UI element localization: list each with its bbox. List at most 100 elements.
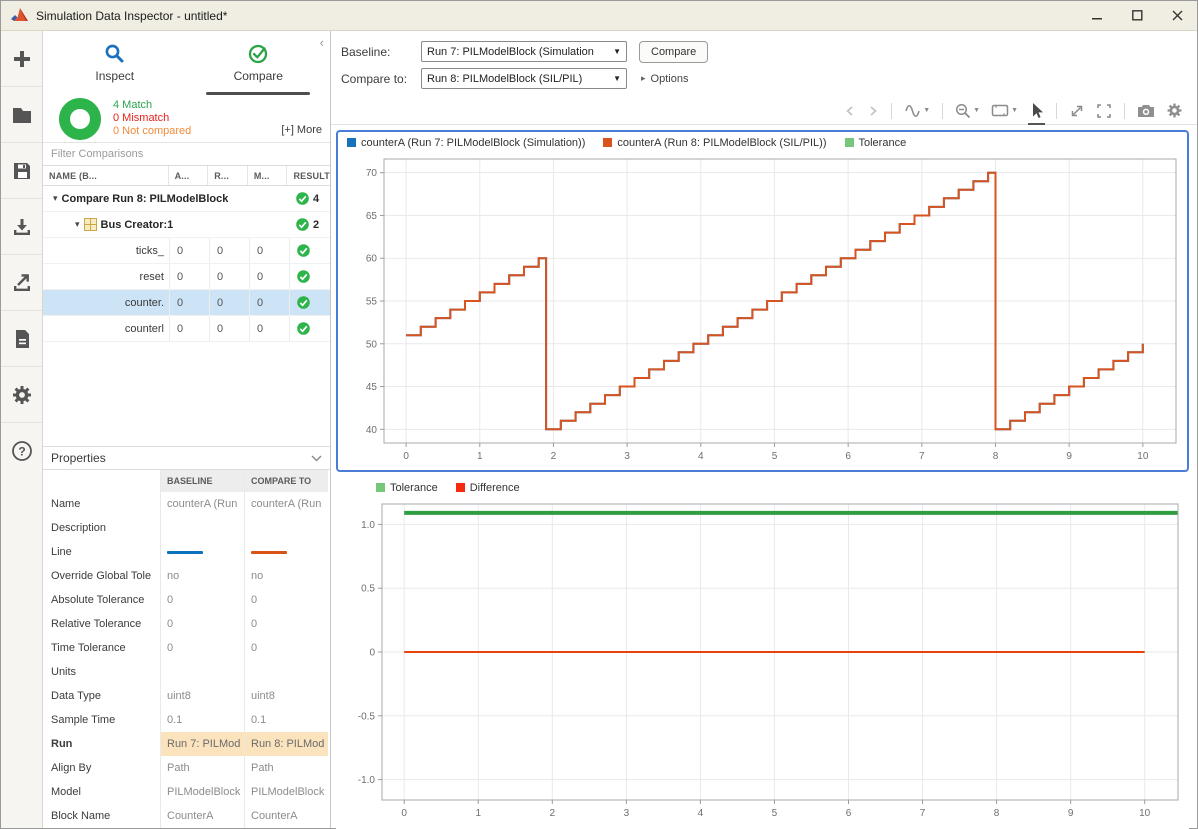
property-row[interactable]: RunRun 7: PILModRun 8: PILMod	[43, 732, 330, 756]
legend-item[interactable]: counterA (Run 8: PILModelBlock (SIL/PIL)…	[603, 137, 826, 149]
options-triangle-icon: ▸	[641, 73, 646, 84]
comparison-row[interactable]: ▾Bus Creator:12	[43, 212, 330, 238]
properties-table-header: BASELINE COMPARE TO	[43, 470, 330, 492]
col-name[interactable]: NAME (B...	[43, 166, 168, 185]
tolerance-value-cell: 0	[169, 264, 209, 289]
comparison-plot[interactable]: 01234567891040455055606570	[338, 153, 1186, 467]
property-row[interactable]: NamecounterA (RuncounterA (Run	[43, 492, 330, 516]
expander-icon[interactable]: ▾	[53, 193, 58, 204]
left-panel: Inspect Compare ‹ 4 Match 0 Mismatch 0 N…	[43, 31, 331, 828]
property-row[interactable]: Line	[43, 540, 330, 564]
comparison-row[interactable]: ticks_000	[43, 238, 330, 264]
create-report-button[interactable]	[1, 311, 42, 367]
export-button[interactable]	[1, 255, 42, 311]
compare-to-value: Run 8: PILModelBlock (SIL/PIL)	[427, 73, 610, 85]
svg-text:70: 70	[366, 168, 378, 179]
tab-compare[interactable]: Compare	[187, 31, 331, 95]
svg-text:1: 1	[475, 808, 481, 819]
close-button[interactable]	[1157, 1, 1197, 30]
preferences-button[interactable]	[1, 367, 42, 423]
row-name: counter.	[43, 290, 169, 315]
comparison-row[interactable]: ▾Compare Run 8: PILModelBlock4	[43, 186, 330, 212]
property-value-compare	[244, 516, 328, 540]
property-row[interactable]: Time Tolerance00	[43, 636, 330, 660]
gear-icon	[1166, 102, 1183, 119]
comparison-row[interactable]: counterl000	[43, 316, 330, 342]
property-value-compare: PILModelBlock	[244, 780, 328, 804]
property-row[interactable]: Override Global Tolenono	[43, 564, 330, 588]
match-check-icon	[296, 192, 309, 205]
legend-item[interactable]: Tolerance	[845, 137, 907, 149]
match-donut-chart	[59, 98, 101, 140]
add-button[interactable]	[1, 31, 42, 87]
fullscreen-button[interactable]	[1094, 101, 1114, 121]
svg-text:6: 6	[845, 451, 851, 462]
matlab-logo-icon	[11, 8, 28, 24]
svg-text:0.5: 0.5	[361, 584, 375, 595]
legend-item[interactable]: Tolerance	[376, 482, 438, 494]
property-row[interactable]: Units	[43, 660, 330, 684]
pointer-tool-button[interactable]	[1027, 100, 1046, 121]
help-icon: ?	[11, 440, 33, 462]
svg-text:60: 60	[366, 254, 378, 265]
result-cell: 2	[289, 212, 330, 237]
property-row[interactable]: Data Typeuint8uint8	[43, 684, 330, 708]
property-value-baseline: 0	[160, 636, 244, 660]
property-row[interactable]: Description	[43, 516, 330, 540]
maximize-icon	[1132, 10, 1143, 21]
line-swatch	[167, 551, 203, 554]
tolerance-difference-plot[interactable]: 012345678910-1.0-0.500.51.0	[336, 498, 1188, 828]
col-abs-tol[interactable]: A...	[168, 166, 208, 185]
previous-view-button[interactable]	[842, 102, 858, 120]
col-result[interactable]: RESULT	[286, 166, 330, 185]
baseline-select[interactable]: Run 7: PILModelBlock (Simulation ▼	[421, 41, 627, 62]
col-rel-tol[interactable]: R...	[207, 166, 247, 185]
property-row[interactable]: Align ByPathPath	[43, 756, 330, 780]
import-button[interactable]	[1, 199, 42, 255]
property-value-baseline: Run 7: PILMod	[160, 732, 244, 756]
expander-icon[interactable]: ▾	[75, 219, 80, 230]
property-label: Line	[43, 546, 160, 558]
difference-plot-panel[interactable]: ToleranceDifference 012345678910-1.0-0.5…	[336, 477, 1189, 829]
legend-item[interactable]: Difference	[456, 482, 520, 494]
help-button[interactable]: ?	[1, 423, 42, 479]
svg-text:4: 4	[698, 451, 704, 462]
options-expander[interactable]: ▸ Options	[641, 73, 688, 85]
save-button[interactable]	[1, 143, 42, 199]
zoom-out-button[interactable]: ▼	[953, 101, 982, 121]
comparison-table: NAME (B... A... R... M... RESULT ▾Compar…	[43, 166, 330, 342]
property-row[interactable]: Block NameCounterACounterA	[43, 804, 330, 828]
match-check-icon	[297, 244, 310, 257]
tolerance-value-cell: 0	[169, 238, 209, 263]
compare-button[interactable]: Compare	[639, 41, 708, 63]
properties-header[interactable]: Properties	[43, 446, 330, 470]
more-link[interactable]: [+] More	[281, 124, 322, 136]
comparison-row[interactable]: reset000	[43, 264, 330, 290]
property-row[interactable]: Relative Tolerance00	[43, 612, 330, 636]
snapshot-button[interactable]	[1135, 101, 1157, 120]
tolerance-value-cell: 0	[249, 290, 289, 315]
dropdown-caret-icon: ▼	[1011, 107, 1018, 114]
collapse-panel-icon[interactable]: ‹	[320, 35, 324, 50]
maximize-button[interactable]	[1117, 1, 1157, 30]
next-view-button[interactable]	[865, 102, 881, 120]
fit-to-view-button[interactable]: ▼	[989, 101, 1020, 120]
property-row[interactable]: ModelPILModelBlockPILModelBlock	[43, 780, 330, 804]
property-row[interactable]: Sample Time0.10.1	[43, 708, 330, 732]
signal-trace-button[interactable]: ▼	[902, 101, 932, 120]
plot-settings-button[interactable]	[1164, 100, 1185, 121]
minimize-button[interactable]	[1077, 1, 1117, 30]
filter-comparisons-input[interactable]	[43, 143, 330, 166]
dropdown-caret-icon: ▼	[613, 47, 621, 56]
open-button[interactable]	[1, 87, 42, 143]
col-max-diff[interactable]: M...	[247, 166, 287, 185]
tab-inspect[interactable]: Inspect	[43, 31, 187, 95]
property-value-baseline: 0	[160, 612, 244, 636]
comparison-row[interactable]: counter.000	[43, 290, 330, 316]
compare-controls: Baseline: Run 7: PILModelBlock (Simulati…	[331, 31, 1197, 97]
compare-to-select[interactable]: Run 8: PILModelBlock (SIL/PIL) ▼	[421, 68, 627, 89]
expand-plot-button[interactable]	[1067, 101, 1087, 121]
comparison-plot-panel[interactable]: counterA (Run 7: PILModelBlock (Simulati…	[336, 130, 1189, 472]
property-row[interactable]: Absolute Tolerance00	[43, 588, 330, 612]
legend-item[interactable]: counterA (Run 7: PILModelBlock (Simulati…	[347, 137, 585, 149]
